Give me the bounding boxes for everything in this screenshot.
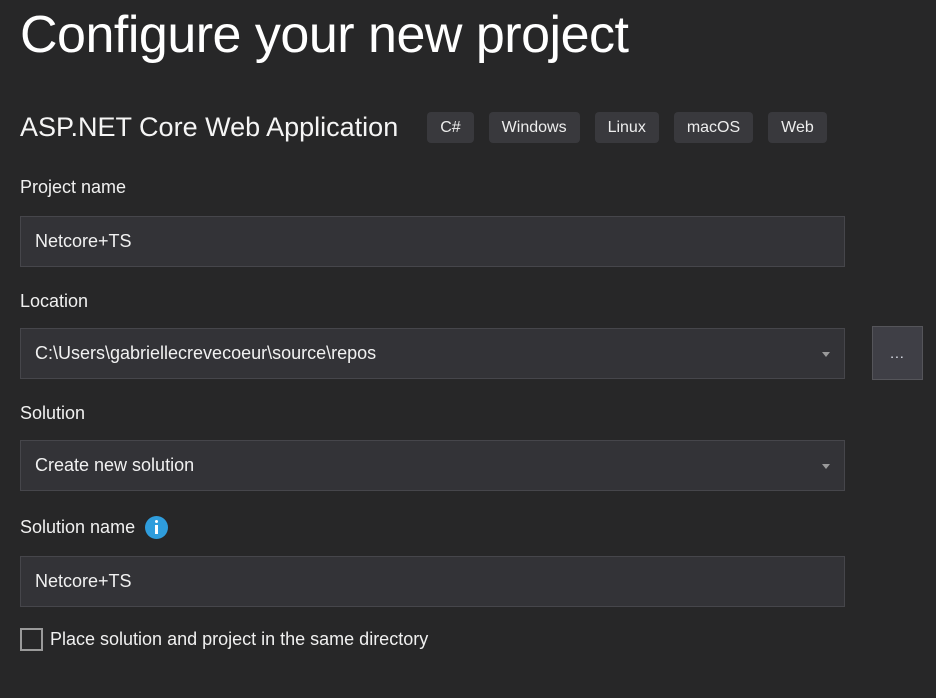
project-name-label: Project name <box>20 177 936 198</box>
location-row: C:\Users\gabriellecrevecoeur\source\repo… <box>20 328 936 380</box>
template-tags: C# Windows Linux macOS Web <box>427 112 842 143</box>
configure-project-page: Configure your new project ASP.NET Core … <box>0 7 936 651</box>
solution-name-label-row: Solution name <box>20 516 936 539</box>
location-value: C:\Users\gabriellecrevecoeur\source\repo… <box>35 343 376 364</box>
same-directory-option: Place solution and project in the same d… <box>20 628 936 651</box>
template-name: ASP.NET Core Web Application <box>20 112 398 143</box>
chevron-down-icon[interactable] <box>822 352 830 357</box>
tag-windows: Windows <box>489 112 580 143</box>
location-combobox[interactable]: C:\Users\gabriellecrevecoeur\source\repo… <box>20 328 845 379</box>
tag-macos: macOS <box>674 112 753 143</box>
project-name-input[interactable] <box>20 216 845 267</box>
solution-combobox[interactable]: Create new solution <box>20 440 845 491</box>
chevron-down-icon[interactable] <box>822 464 830 469</box>
browse-button[interactable]: ... <box>872 326 923 380</box>
info-icon[interactable] <box>145 516 168 539</box>
solution-name-label: Solution name <box>20 517 135 538</box>
tag-linux: Linux <box>595 112 659 143</box>
page-title: Configure your new project <box>20 7 936 63</box>
tag-csharp: C# <box>427 112 473 143</box>
solution-name-input[interactable] <box>20 556 845 607</box>
same-directory-label: Place solution and project in the same d… <box>50 629 428 650</box>
template-header: ASP.NET Core Web Application C# Windows … <box>20 112 936 142</box>
same-directory-checkbox[interactable] <box>20 628 43 651</box>
location-label: Location <box>20 291 936 312</box>
tag-web: Web <box>768 112 827 143</box>
solution-label: Solution <box>20 403 936 424</box>
solution-value: Create new solution <box>35 455 194 476</box>
